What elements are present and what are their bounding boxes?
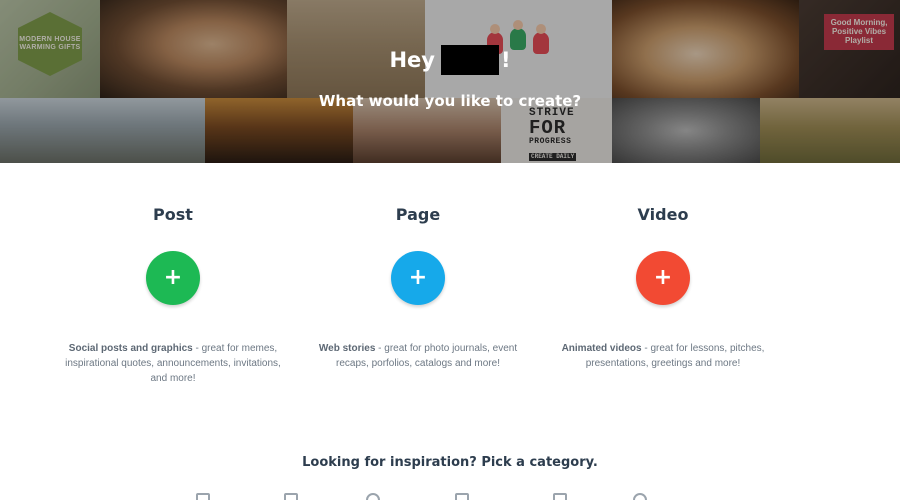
hero-subtitle: What would you like to create? — [318, 92, 582, 110]
create-option-page: Page + Web stories - great for photo jou… — [298, 205, 538, 371]
create-page-button[interactable]: + — [391, 251, 445, 305]
plus-icon: + — [163, 265, 183, 290]
grid-icon[interactable] — [284, 493, 298, 500]
hero-banner: MODERN HOUSE WARMING GIFTS Good Morning,… — [0, 0, 900, 163]
option-description: Social posts and graphics - great for me… — [65, 343, 281, 384]
person-icon[interactable] — [196, 493, 210, 500]
category-icon-row — [0, 491, 900, 500]
graduation-icon[interactable] — [553, 493, 567, 500]
option-title: Post — [153, 205, 193, 224]
globe-icon[interactable] — [366, 493, 380, 500]
option-title: Page — [395, 205, 441, 224]
create-option-video: Video + Animated videos - great for less… — [543, 205, 783, 371]
redacted-username — [440, 45, 499, 75]
option-description: Web stories - great for photo journals, … — [318, 343, 518, 369]
hero-overlay — [0, 0, 900, 163]
create-option-post: Post + Social posts and graphics - great… — [53, 205, 293, 386]
create-video-button[interactable]: + — [636, 251, 690, 305]
option-description: Animated videos - great for lessons, pit… — [561, 343, 765, 369]
chart-icon[interactable] — [455, 493, 469, 500]
create-post-button[interactable]: + — [146, 251, 200, 305]
category-heading: Looking for inspiration? Pick a category… — [302, 455, 598, 470]
plus-icon: + — [653, 265, 673, 290]
option-title: Video — [637, 205, 689, 224]
hero-greeting: Hey! — [0, 45, 900, 75]
heart-icon[interactable] — [633, 493, 647, 500]
plus-icon: + — [408, 265, 428, 290]
